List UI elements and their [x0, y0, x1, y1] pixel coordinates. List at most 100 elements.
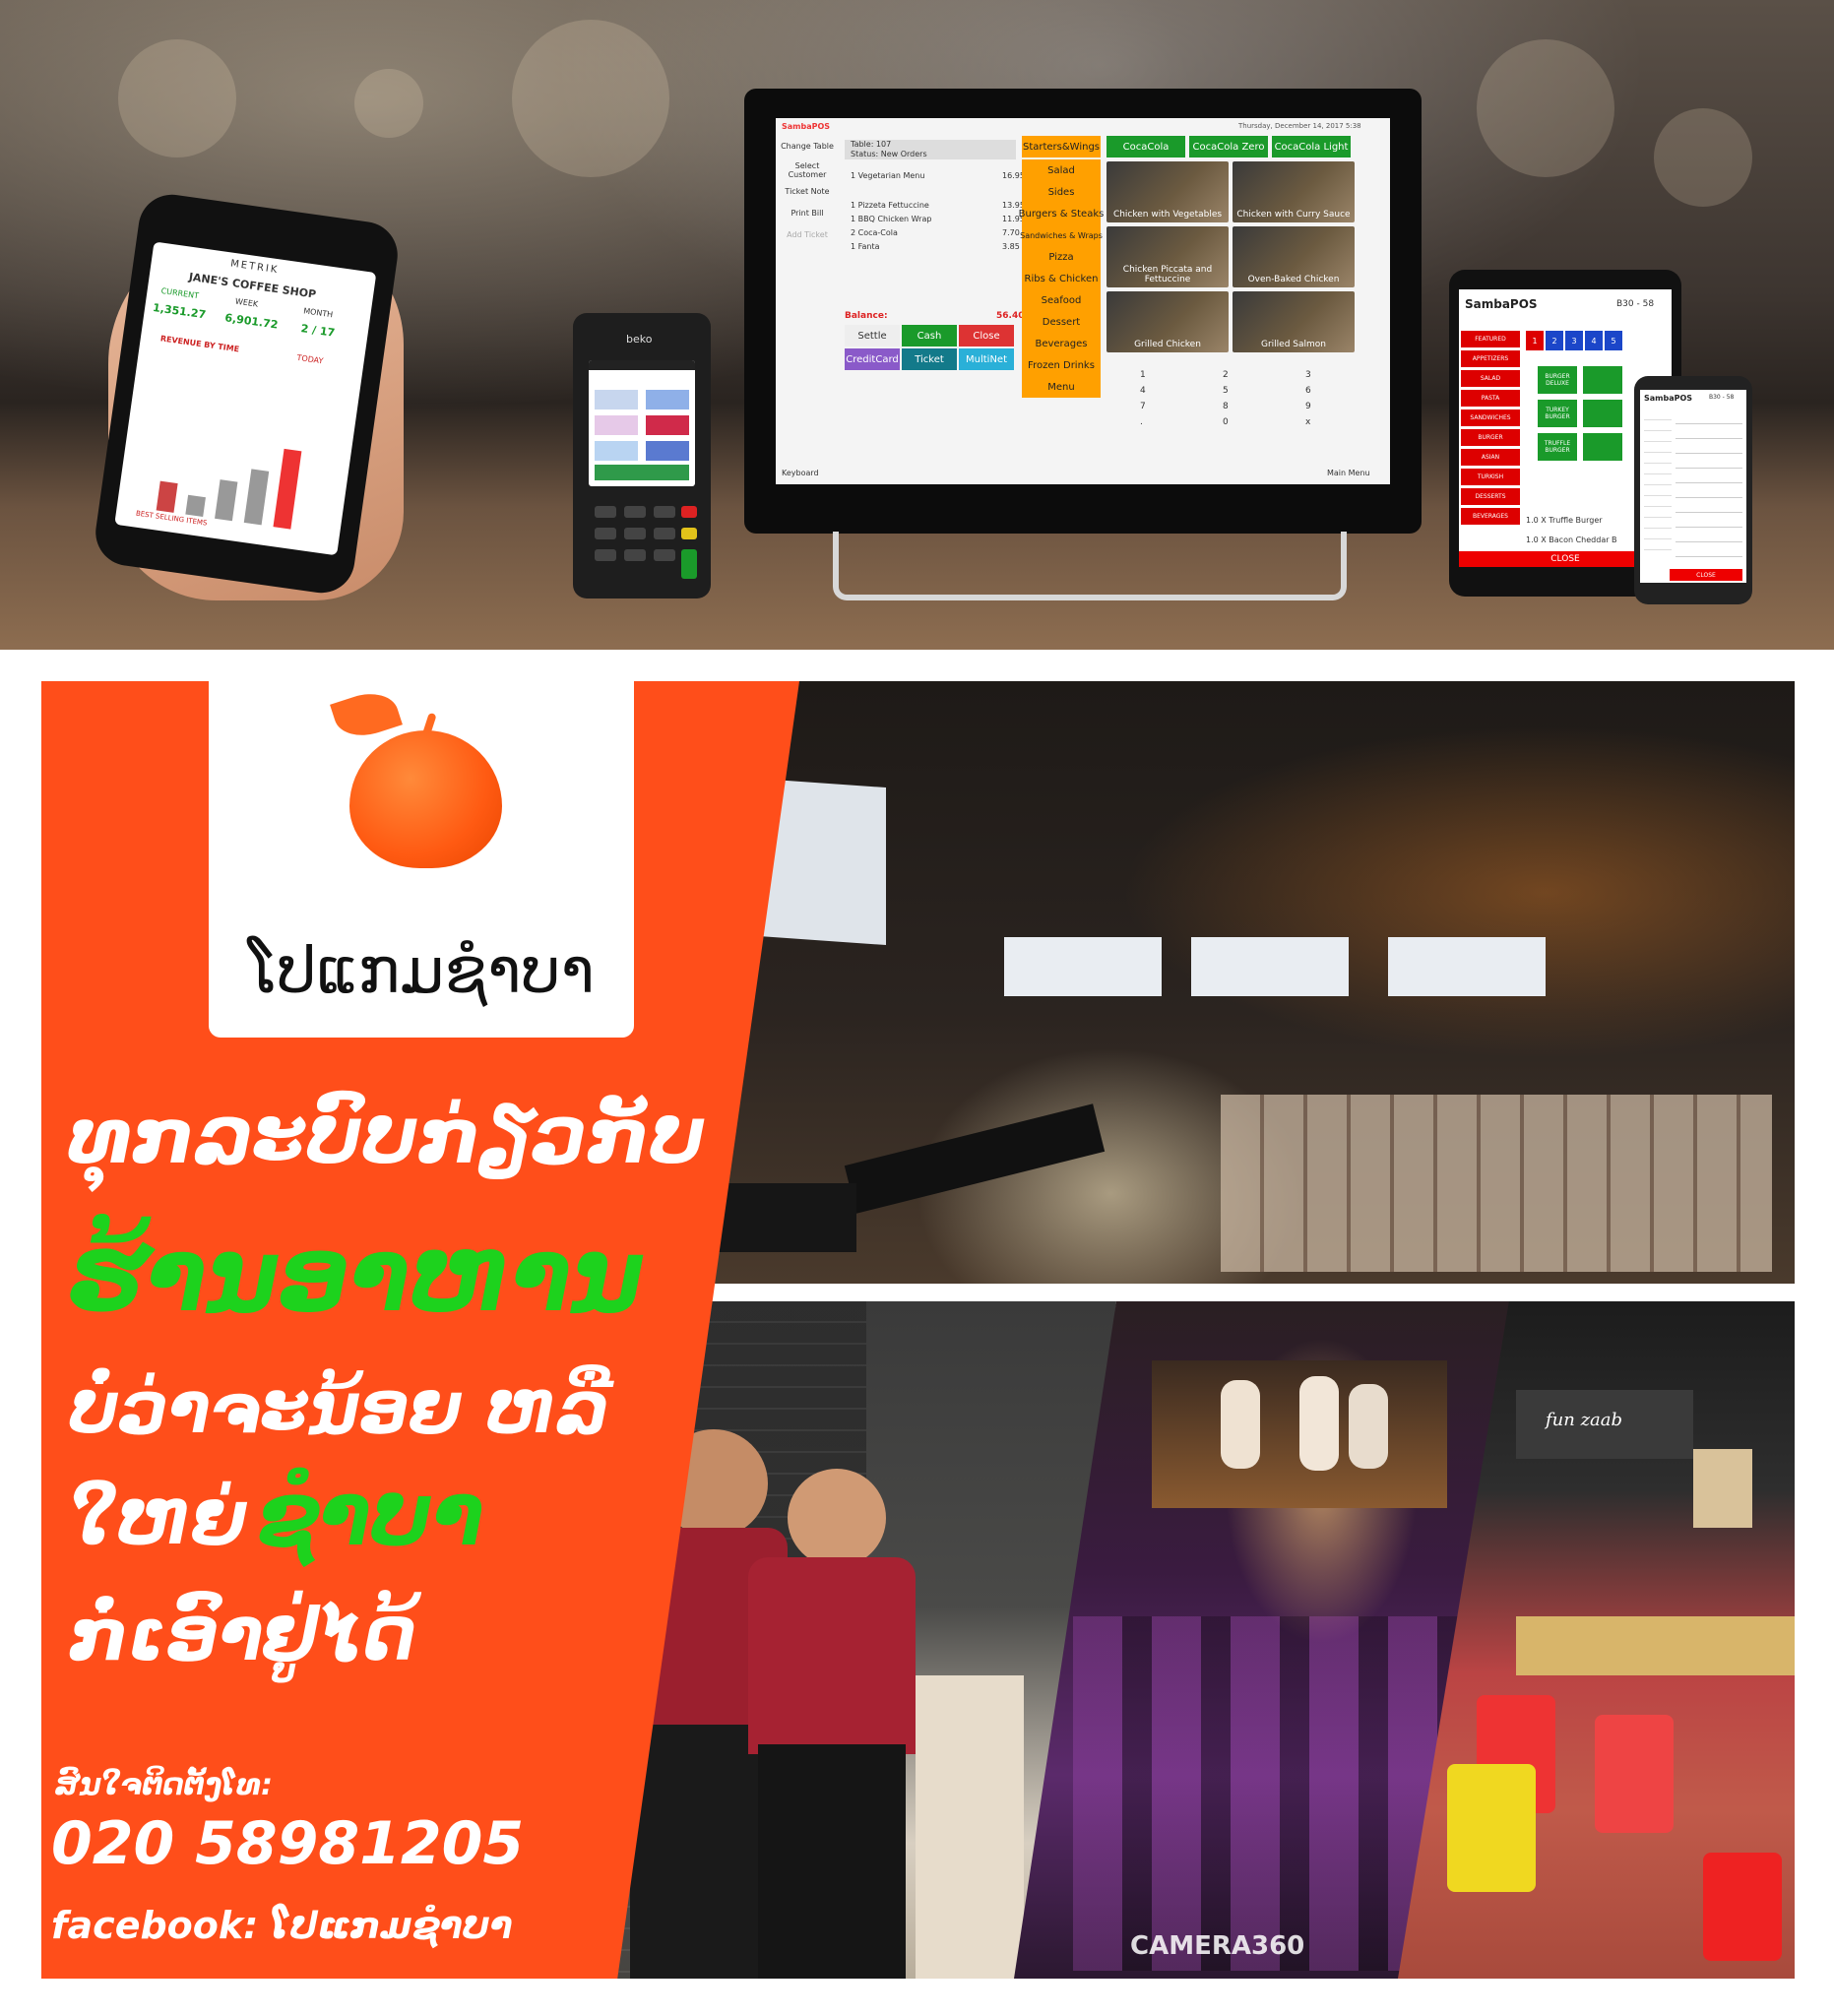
category-sandwiches[interactable]: Sandwiches & Wraps — [1020, 224, 1103, 246]
keypad-key[interactable]: 3 — [1305, 370, 1311, 380]
tablet-category[interactable]: PASTA — [1461, 390, 1520, 407]
tablet-category[interactable]: SANDWICHES — [1461, 410, 1520, 426]
category-sides[interactable]: Sides — [1022, 181, 1101, 203]
tablet-number[interactable]: 2 — [1546, 331, 1563, 350]
tablet-photo — [1191, 937, 1349, 996]
card-terminal: beko — [573, 313, 711, 598]
product-cocacola-light[interactable]: CocaCola Light — [1272, 136, 1351, 158]
keypad-key[interactable]: 1 — [1140, 370, 1146, 380]
product-cocacola-zero[interactable]: CocaCola Zero — [1189, 136, 1268, 158]
tablet-item[interactable]: TRUFFLE BURGER — [1538, 433, 1577, 461]
settle-button[interactable]: Settle — [845, 325, 900, 346]
cash-button[interactable]: Cash — [902, 325, 957, 346]
keypad-key[interactable]: 4 — [1140, 386, 1146, 396]
tablet-number[interactable]: 3 — [1565, 331, 1583, 350]
category-salad[interactable]: Salad — [1022, 159, 1101, 181]
category-menu[interactable]: Menu — [1022, 376, 1101, 398]
order-line[interactable]: 2 Coca-Cola — [851, 228, 898, 237]
tab-current[interactable]: CURRENT — [160, 286, 199, 300]
keypad-key[interactable]: 8 — [1223, 402, 1229, 411]
category-ribs[interactable]: Ribs & Chicken — [1022, 268, 1101, 289]
tablet-category[interactable]: APPETIZERS — [1461, 350, 1520, 367]
product-tile[interactable]: Grilled Salmon — [1233, 291, 1355, 352]
tablet-order-line[interactable]: 1.0 X Bacon Cheddar B — [1526, 536, 1617, 544]
headline-line4a: ໃຫຍ່ — [69, 1477, 247, 1561]
print-bill-button[interactable]: Print Bill — [780, 209, 835, 218]
stat-current: 1,351.27 — [152, 300, 207, 322]
keypad-key[interactable]: 7 — [1140, 402, 1146, 411]
order-line[interactable]: 1 Pizzeta Fettuccine — [851, 201, 929, 210]
tablet-number[interactable]: 1 — [1526, 331, 1544, 350]
red-chair — [1703, 1853, 1782, 1961]
ticket-button[interactable]: Ticket — [902, 348, 957, 370]
keypad-key[interactable]: 9 — [1305, 402, 1311, 411]
tablet-category[interactable]: FEATURED — [1461, 331, 1520, 347]
tablet-order-line[interactable]: 1.0 X Truffle Burger — [1526, 516, 1603, 525]
keypad-key[interactable]: x — [1305, 417, 1310, 427]
keypad-key[interactable]: 5 — [1223, 386, 1229, 396]
tablet-item[interactable]: BURGER DELUXE — [1538, 366, 1577, 394]
mini-phone: SambaPOS B30 - 58 CLOSE — [1634, 376, 1752, 604]
order-line[interactable]: 1 Vegetarian Menu — [851, 171, 924, 180]
order-line[interactable]: 1 BBQ Chicken Wrap — [851, 215, 931, 223]
tablet-category[interactable]: ASIAN — [1461, 449, 1520, 466]
pos-datetime: Thursday, December 14, 2017 5:38 — [1238, 122, 1361, 130]
multinet-button[interactable]: MultiNet — [959, 348, 1014, 370]
tablet-item[interactable] — [1583, 400, 1622, 427]
category-frozen-drinks[interactable]: Frozen Drinks — [1022, 354, 1101, 376]
select-customer-button[interactable]: Select Customer — [780, 161, 835, 179]
ticket-note-button[interactable]: Ticket Note — [780, 187, 835, 196]
creditcard-button[interactable]: CreditCard — [845, 348, 900, 370]
tablet-category[interactable]: BEVERAGES — [1461, 508, 1520, 525]
audience-tables — [1073, 1616, 1467, 1971]
cash-drawer-photo — [1221, 1095, 1772, 1272]
close-button[interactable]: Close — [959, 325, 1014, 346]
camera360-watermark: CAMERA360 — [1130, 1931, 1305, 1961]
tab-week[interactable]: WEEK — [234, 297, 258, 309]
tablet-number[interactable]: 4 — [1585, 331, 1603, 350]
keypad-key[interactable]: 6 — [1305, 386, 1311, 396]
product-tile[interactable]: Oven-Baked Chicken — [1233, 226, 1355, 287]
tablet-category[interactable]: BURGER — [1461, 429, 1520, 446]
product-tile[interactable]: Grilled Chicken — [1107, 291, 1229, 352]
tab-month[interactable]: MONTH — [303, 306, 334, 319]
tablet-category[interactable]: TURKISH — [1461, 469, 1520, 485]
product-tile[interactable]: Chicken with Curry Sauce — [1233, 161, 1355, 222]
order-price: 7.70 — [1002, 228, 1020, 237]
tablet-item[interactable]: TURKEY BURGER — [1538, 400, 1577, 427]
period-selector[interactable]: TODAY — [296, 353, 324, 366]
chart-bar — [215, 479, 238, 522]
main-menu-button[interactable]: Main Menu — [1327, 469, 1370, 477]
balance-value: 56.40 — [996, 311, 1025, 321]
tablet-category[interactable]: DESSERTS — [1461, 488, 1520, 505]
category-seafood[interactable]: Seafood — [1022, 289, 1101, 311]
tablet-number[interactable]: 5 — [1605, 331, 1622, 350]
contact-phone[interactable]: 020 58981205 — [51, 1809, 524, 1878]
category-beverages[interactable]: Beverages — [1022, 333, 1101, 354]
mini-table: B30 - 58 — [1709, 394, 1735, 401]
product-tile[interactable]: Chicken with Vegetables — [1107, 161, 1229, 222]
balance-label: Balance: — [845, 311, 888, 321]
product-tile[interactable]: Chicken Piccata and Fettuccine — [1107, 226, 1229, 287]
keypad-key[interactable]: 0 — [1223, 417, 1229, 427]
phone-app-screen: METRIK JANE'S COFFEE SHOP CURRENT WEEK M… — [114, 241, 377, 556]
tablet-item[interactable] — [1583, 433, 1622, 461]
keypad-key[interactable]: . — [1140, 417, 1143, 427]
product-cocacola[interactable]: CocaCola — [1107, 136, 1185, 158]
add-ticket-button[interactable]: Add Ticket — [780, 230, 835, 239]
order-line[interactable]: 1 Fanta — [851, 242, 880, 251]
category-dessert[interactable]: Dessert — [1022, 311, 1101, 333]
change-table-button[interactable]: Change Table — [780, 142, 835, 151]
tablet-item[interactable] — [1583, 366, 1622, 394]
keyboard-photo — [844, 1103, 1106, 1214]
facebook-link[interactable]: facebook: ໂປແກມຊຳບາ — [51, 1904, 513, 1947]
category-pizza[interactable]: Pizza — [1022, 246, 1101, 268]
category-starters[interactable]: Starters&Wings — [1022, 136, 1101, 158]
category-burgers[interactable]: Burgers & Steaks — [1019, 203, 1104, 224]
keyboard-button[interactable]: Keyboard — [782, 469, 819, 477]
keypad-key[interactable]: 2 — [1223, 370, 1229, 380]
mini-close-button[interactable]: CLOSE — [1670, 569, 1742, 581]
tablet-category[interactable]: SALAD — [1461, 370, 1520, 387]
headline-line2: ຮ້ານອາຫານ — [69, 1219, 643, 1334]
order-price: 3.85 — [1002, 242, 1020, 251]
